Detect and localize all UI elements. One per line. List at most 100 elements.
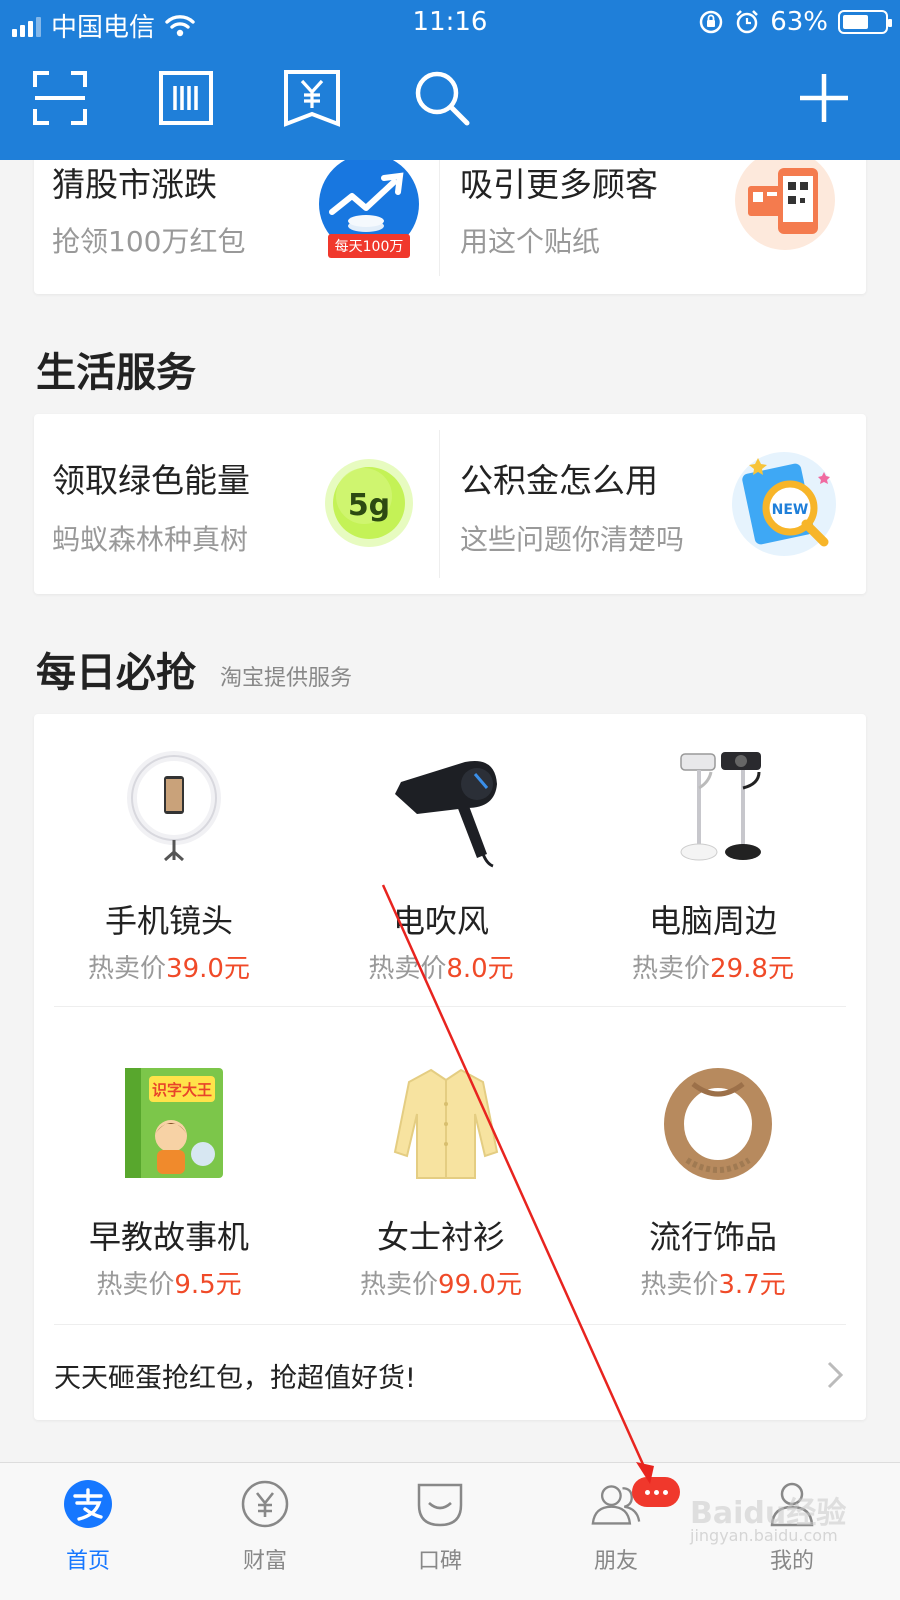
- section-title-daily-deals: 每日必抢: [36, 650, 196, 696]
- barcode-button[interactable]: [154, 66, 218, 130]
- service-housing-fund[interactable]: 公积金怎么用 这些问题你清楚吗 NEW: [450, 414, 866, 594]
- book-icon: 识字大王: [125, 1068, 223, 1178]
- product-price: 热卖价8.0元: [306, 948, 576, 985]
- webcam-icon: [680, 752, 761, 861]
- tab-home[interactable]: 首页: [28, 1479, 148, 1589]
- service-subtitle: 这些问题你清楚吗: [460, 523, 685, 556]
- product-name: 电脑周边: [648, 902, 777, 940]
- product-item[interactable]: 女士衬衫 热卖价99.0元: [306, 1064, 576, 1364]
- price-amount: 8.0元: [446, 954, 514, 984]
- dot: [662, 1489, 668, 1495]
- rotation-lock-icon: [699, 10, 723, 34]
- price-amount: 3.7元: [718, 1270, 786, 1300]
- row-divider: [54, 1324, 846, 1325]
- product-item[interactable]: 电脑周边 热卖价29.8元: [578, 748, 848, 1048]
- product-name: 电吹风: [392, 902, 489, 940]
- life-services-card: 领取绿色能量 蚂蚁森林种真树 5g 公积金怎么用 这些问题你清楚吗 NEW: [34, 414, 866, 594]
- daily-deals-card: 手机镜头 热卖价39.0元 电吹风 热卖价8.0元 电脑周边 热卖价29.8元: [34, 714, 866, 1420]
- scan-button[interactable]: [28, 66, 92, 130]
- ring-light-icon: [127, 751, 221, 862]
- energy-amount: 5g: [348, 488, 390, 523]
- product-price: 热卖价39.0元: [34, 948, 304, 985]
- headband-icon: [664, 1068, 772, 1180]
- payment-code-button[interactable]: [280, 66, 344, 130]
- price-amount: 99.0元: [438, 1270, 522, 1300]
- row-divider: [54, 1006, 846, 1007]
- product-name: 流行饰品: [648, 1218, 777, 1256]
- hair-dryer-icon: [395, 760, 497, 868]
- price-amount: 9.5元: [174, 1270, 242, 1300]
- promo-icon-badge: 每天100万: [335, 239, 404, 255]
- watermark-url: jingyan.baidu.com: [690, 1526, 838, 1545]
- tab-label: 我的: [769, 1549, 814, 1574]
- scan-icon: [33, 71, 87, 125]
- shirt-icon: [393, 1068, 499, 1179]
- chevron-right-icon: [827, 1361, 844, 1389]
- battery-percent: 63%: [770, 7, 828, 37]
- product-item[interactable]: 手机镜头 热卖价39.0元: [34, 748, 304, 1048]
- search-icon: [415, 71, 470, 126]
- promo-link-text: 天天砸蛋抢红包，抢超值好货!: [54, 1363, 416, 1394]
- add-button[interactable]: [792, 66, 856, 130]
- divider: [439, 430, 440, 578]
- product-name: 早教故事机: [88, 1218, 249, 1256]
- service-title: 领取绿色能量: [52, 461, 250, 500]
- green-energy-ball-icon: 5g: [325, 459, 413, 547]
- plus-icon: [800, 74, 848, 122]
- new-magnifier-icon: NEW: [732, 452, 836, 556]
- product-name: 女士衬衫: [376, 1218, 505, 1256]
- koubei-icon: [417, 1483, 463, 1527]
- promo-title: 吸引更多顾客: [460, 165, 658, 204]
- book-title: 识字大王: [152, 1081, 212, 1099]
- section-subtitle: 淘宝提供服务: [220, 666, 353, 691]
- section-title-life-services: 生活服务: [36, 350, 196, 396]
- promo-card: 猜股市涨跌 抢领100万红包 每天100万 吸引更多顾客 用这个贴纸: [34, 140, 866, 294]
- product-item[interactable]: 识字大王 早教故事机 热卖价9.5元: [34, 1064, 304, 1364]
- promo-title: 猜股市涨跌: [52, 165, 217, 204]
- tab-koubei[interactable]: 口碑: [380, 1479, 500, 1589]
- promo-subtitle: 用这个贴纸: [460, 225, 601, 258]
- clock: 11:16: [412, 7, 488, 37]
- status-bar: 中国电信 11:16 63%: [0, 0, 900, 44]
- price-prefix: 热卖价: [368, 954, 447, 984]
- service-title: 公积金怎么用: [460, 461, 658, 500]
- battery-icon: [838, 10, 892, 34]
- battery-level-fill: [843, 15, 868, 29]
- product-name: 手机镜头: [104, 902, 233, 940]
- product-price: 热卖价3.7元: [578, 1264, 848, 1301]
- price-amount: 39.0元: [166, 954, 250, 984]
- alarm-icon: [736, 10, 759, 34]
- promo-stock-guess[interactable]: 猜股市涨跌 抢领100万红包 每天100万: [34, 140, 450, 294]
- price-prefix: 热卖价: [360, 1270, 439, 1300]
- price-amount: 29.8元: [710, 954, 794, 984]
- product-price: 热卖价29.8元: [578, 948, 848, 985]
- header-toolbar: [0, 66, 900, 138]
- tab-label: 财富: [242, 1549, 287, 1574]
- barcode-icon: [159, 71, 213, 125]
- product-price: 热卖价9.5元: [34, 1264, 304, 1301]
- divider: [439, 160, 440, 276]
- product-item[interactable]: 流行饰品 热卖价3.7元: [578, 1064, 848, 1364]
- wealth-icon: [241, 1480, 289, 1528]
- product-price: 热卖价99.0元: [306, 1264, 576, 1301]
- stock-trend-icon: 每天100万: [319, 154, 419, 258]
- price-prefix: 热卖价: [88, 954, 167, 984]
- promo-subtitle: 抢领100万红包: [52, 225, 246, 258]
- promo-sticker[interactable]: 吸引更多顾客 用这个贴纸: [450, 140, 866, 294]
- product-item[interactable]: 电吹风 热卖价8.0元: [306, 748, 576, 1048]
- tab-wealth[interactable]: 财富: [205, 1479, 325, 1589]
- app-header: 中国电信 11:16 63%: [0, 0, 900, 160]
- tab-label: 首页: [65, 1549, 110, 1574]
- service-green-energy[interactable]: 领取绿色能量 蚂蚁森林种真树 5g: [34, 414, 450, 594]
- new-label: NEW: [772, 502, 809, 518]
- egg-smash-promo-link[interactable]: 天天砸蛋抢红包，抢超值好货!: [34, 1326, 866, 1420]
- search-button[interactable]: [410, 66, 474, 130]
- price-prefix: 热卖价: [632, 954, 711, 984]
- service-subtitle: 蚂蚁森林种真树: [52, 523, 249, 556]
- dot: [653, 1489, 659, 1495]
- dot: [644, 1489, 650, 1495]
- more-badge[interactable]: [632, 1477, 680, 1507]
- payment-code-icon: [284, 70, 340, 127]
- tab-label: 口碑: [417, 1549, 462, 1574]
- tab-label: 朋友: [593, 1549, 638, 1574]
